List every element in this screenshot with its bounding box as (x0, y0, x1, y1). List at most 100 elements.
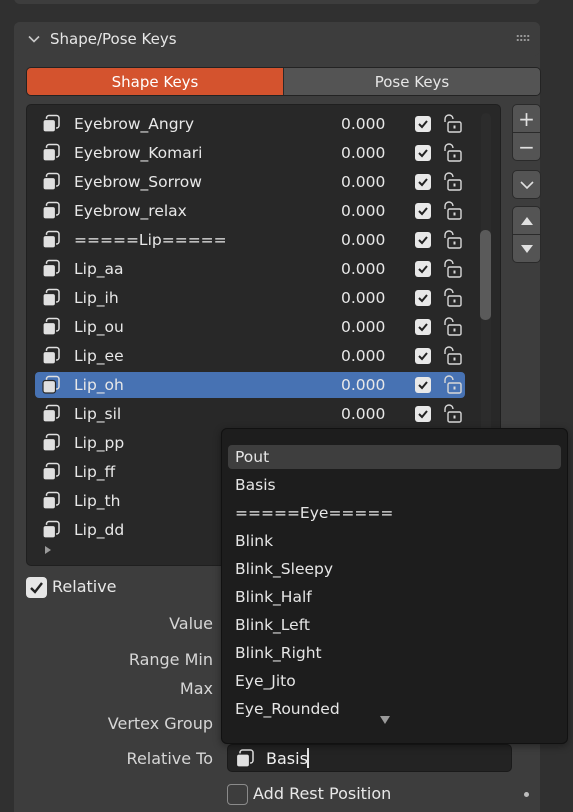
value-label: Value (169, 614, 213, 633)
shape-key-name[interactable]: Lip_oh (74, 376, 334, 394)
shape-key-row[interactable]: Lip_ee 0.000 (35, 343, 465, 369)
keyframe-dot-icon[interactable] (524, 792, 529, 797)
shape-key-mute-checkbox[interactable] (415, 406, 431, 422)
move-up-button[interactable] (512, 206, 541, 235)
shape-key-row[interactable]: Lip_ou 0.000 (35, 314, 465, 340)
dropdown-item[interactable]: Blink (228, 529, 561, 553)
checkmark-icon (418, 410, 428, 419)
dropdown-item[interactable]: Pout (228, 445, 561, 469)
dropdown-item[interactable]: Eye_Rounded (228, 697, 561, 721)
dropdown-item[interactable]: Eye_Jito (228, 669, 561, 693)
specials-menu-button[interactable] (512, 170, 541, 199)
shape-key-row[interactable]: Lip_sil 0.000 (35, 401, 465, 427)
lock-icon[interactable] (441, 142, 463, 164)
panel-title: Shape/Pose Keys (50, 30, 177, 48)
shape-key-name[interactable]: Eyebrow_Komari (74, 144, 334, 162)
shape-key-mute-checkbox[interactable] (415, 261, 431, 277)
move-down-button[interactable] (512, 234, 541, 263)
shape-key-name[interactable]: Eyebrow_Sorrow (74, 173, 334, 191)
shape-key-value[interactable]: 0.000 (341, 376, 385, 394)
lock-icon[interactable] (441, 345, 463, 367)
shape-key-icon (42, 491, 60, 510)
shape-key-icon (42, 375, 60, 394)
shape-key-icon (42, 346, 60, 365)
checkmark-icon (30, 582, 43, 594)
list-expand-icon[interactable] (44, 546, 52, 554)
dropdown-item[interactable]: =====Eye===== (228, 501, 561, 525)
relative-to-field[interactable]: Basis (227, 744, 512, 772)
shape-key-mute-checkbox[interactable] (415, 145, 431, 161)
dropdown-item[interactable]: Blink_Half (228, 585, 561, 609)
shape-key-mute-checkbox[interactable] (415, 232, 431, 248)
shape-key-icon (42, 114, 60, 133)
dropdown-item[interactable]: Basis (228, 473, 561, 497)
shape-key-mute-checkbox[interactable] (415, 290, 431, 306)
shape-key-icon (42, 230, 60, 249)
shape-key-value[interactable]: 0.000 (341, 144, 385, 162)
shape-key-value[interactable]: 0.000 (341, 202, 385, 220)
shape-key-name[interactable]: Lip_ih (74, 289, 334, 307)
lock-icon[interactable] (441, 287, 463, 309)
lock-icon[interactable] (441, 113, 463, 135)
shape-key-icon (42, 201, 60, 220)
shape-key-value[interactable]: 0.000 (341, 347, 385, 365)
shape-key-row[interactable]: =====Lip===== 0.000 (35, 227, 465, 253)
shape-key-row[interactable]: Eyebrow_Angry 0.000 (35, 111, 465, 137)
shape-key-icon (42, 433, 60, 452)
shape-key-mute-checkbox[interactable] (415, 319, 431, 335)
dropdown-item[interactable]: Blink_Sleepy (228, 557, 561, 581)
dropdown-item[interactable]: Blink_Right (228, 641, 561, 665)
shape-key-mute-checkbox[interactable] (415, 116, 431, 132)
lock-icon[interactable] (441, 403, 463, 425)
relative-to-value: Basis (266, 749, 308, 768)
lock-icon[interactable] (441, 316, 463, 338)
shape-key-value[interactable]: 0.000 (341, 289, 385, 307)
list-scrollbar[interactable] (480, 230, 491, 320)
panel-header[interactable]: Shape/Pose Keys (14, 22, 540, 56)
lock-icon[interactable] (441, 200, 463, 222)
shape-key-icon (42, 404, 60, 423)
shape-key-row[interactable]: Eyebrow_relax 0.000 (35, 198, 465, 224)
shape-key-name[interactable]: Eyebrow_relax (74, 202, 334, 220)
shape-key-mute-checkbox[interactable] (415, 203, 431, 219)
shape-key-value[interactable]: 0.000 (341, 318, 385, 336)
shape-key-mute-checkbox[interactable] (415, 174, 431, 190)
add-shape-key-button[interactable]: + (512, 104, 541, 133)
shape-key-name[interactable]: Lip_sil (74, 405, 334, 423)
shape-key-mute-checkbox[interactable] (415, 348, 431, 364)
lock-icon[interactable] (441, 171, 463, 193)
shape-key-row[interactable]: Eyebrow_Komari 0.000 (35, 140, 465, 166)
lock-icon[interactable] (441, 258, 463, 280)
checkmark-icon (418, 120, 428, 129)
shape-key-row[interactable]: Lip_ih 0.000 (35, 285, 465, 311)
shape-key-row[interactable]: Eyebrow_Sorrow 0.000 (35, 169, 465, 195)
shape-key-value[interactable]: 0.000 (341, 173, 385, 191)
vertex-group-label: Vertex Group (107, 714, 213, 733)
dropdown-item[interactable]: Blink_Left (228, 613, 561, 637)
shape-key-mute-checkbox[interactable] (415, 377, 431, 393)
checkmark-icon (418, 294, 428, 303)
tab-pose-keys[interactable]: Pose Keys (283, 68, 540, 95)
shape-key-name[interactable]: Lip_ou (74, 318, 334, 336)
shape-key-value[interactable]: 0.000 (341, 260, 385, 278)
shape-key-name[interactable]: Lip_ee (74, 347, 334, 365)
shape-key-value[interactable]: 0.000 (341, 231, 385, 249)
drag-grip-icon[interactable] (516, 34, 530, 42)
shape-key-value[interactable]: 0.000 (341, 405, 385, 423)
lock-icon[interactable] (441, 229, 463, 251)
tab-shape-keys[interactable]: Shape Keys (27, 68, 283, 95)
shape-key-icon (42, 143, 60, 162)
shape-key-name[interactable]: Eyebrow_Angry (74, 115, 334, 133)
shape-key-value[interactable]: 0.000 (341, 115, 385, 133)
scroll-down-arrow-icon[interactable] (379, 715, 391, 725)
shape-key-name[interactable]: =====Lip===== (74, 231, 334, 249)
add-rest-position-checkbox[interactable] (227, 784, 248, 805)
checkmark-icon (418, 236, 428, 245)
shape-key-icon (235, 749, 254, 768)
relative-checkbox[interactable] (26, 577, 47, 598)
remove-shape-key-button[interactable]: − (512, 132, 541, 161)
shape-key-row[interactable]: Lip_aa 0.000 (35, 256, 465, 282)
lock-icon[interactable] (441, 374, 463, 396)
shape-key-name[interactable]: Lip_aa (74, 260, 334, 278)
shape-key-row[interactable]: Lip_oh 0.000 (35, 372, 465, 398)
